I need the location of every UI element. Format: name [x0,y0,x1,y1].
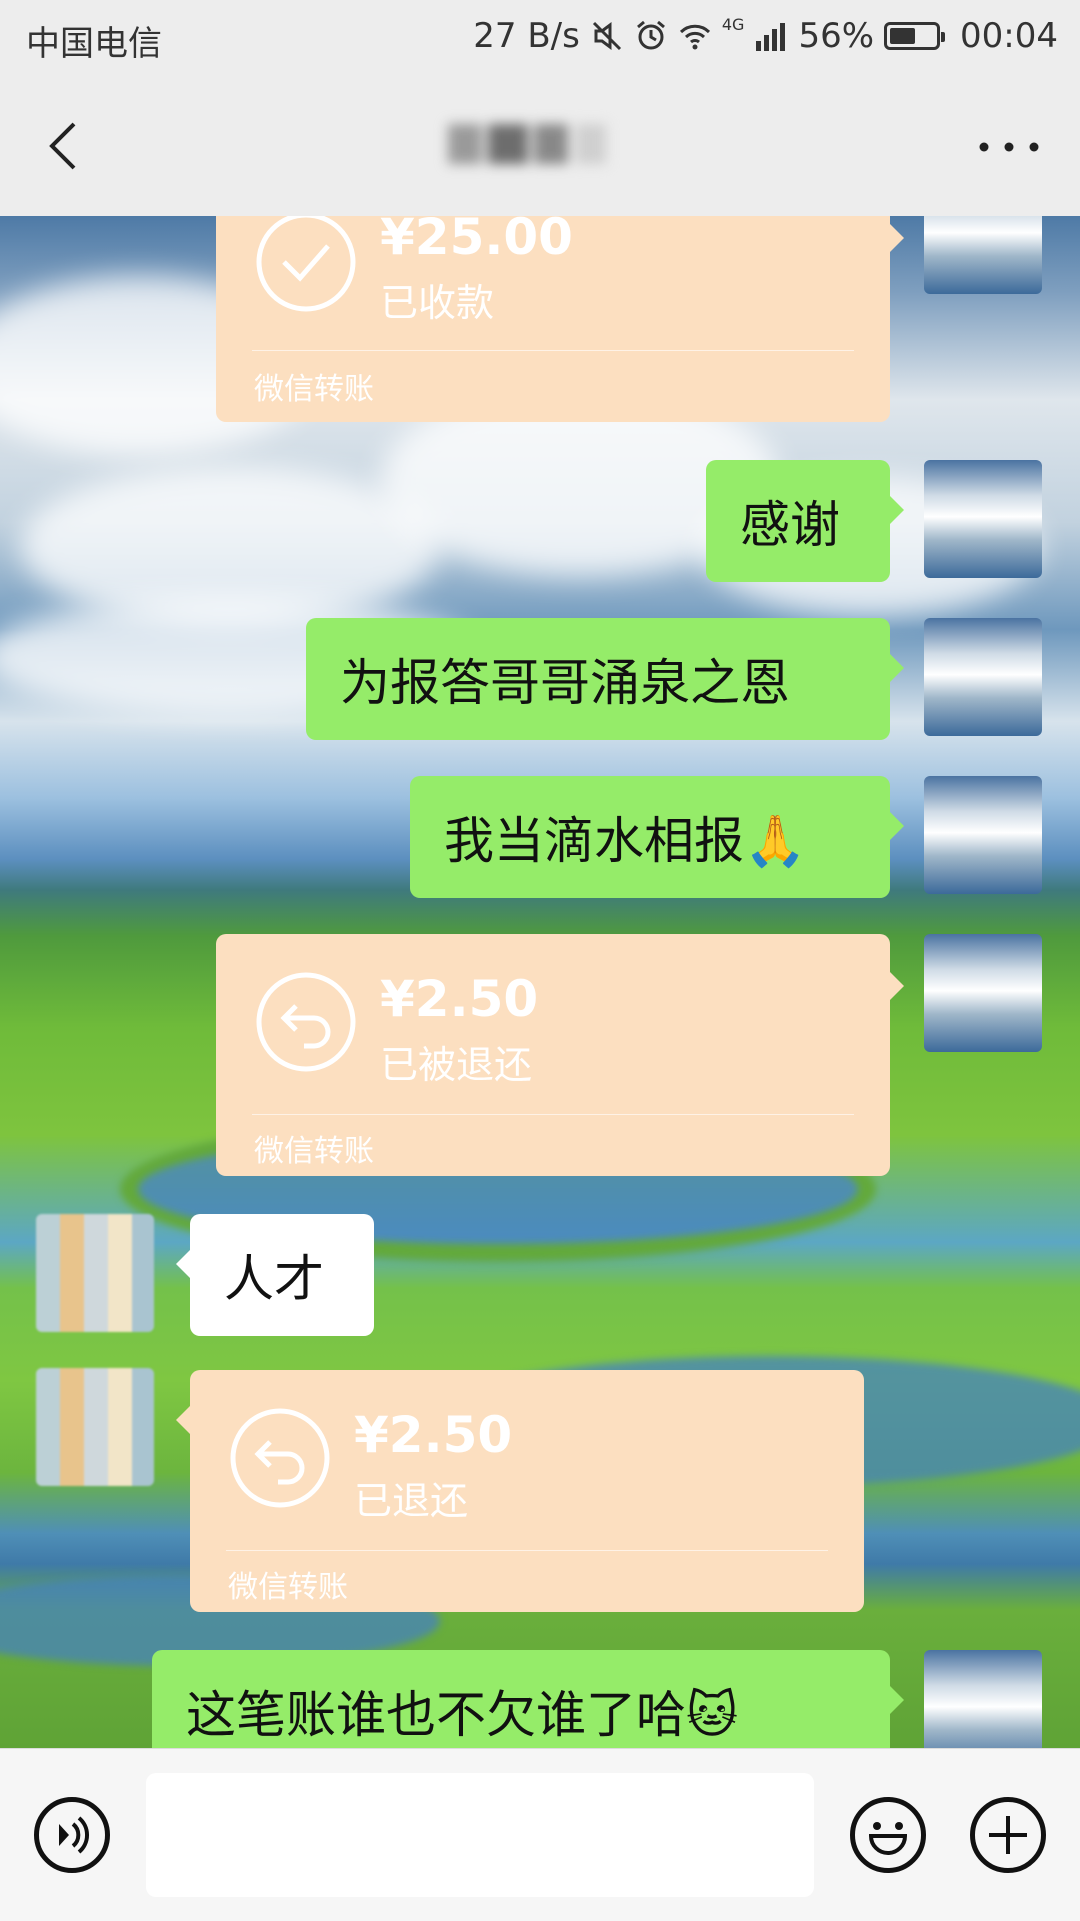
mute-icon [592,21,621,51]
battery-fill [890,28,915,44]
transfer-status: 已退还 [354,1479,469,1523]
check-circle-icon [256,216,356,312]
bubble-tail [890,1686,904,1714]
input-bar [0,1748,1080,1921]
voice-icon[interactable] [34,1797,110,1873]
chat-area[interactable]: ¥25.00 已收款 微信转账 感谢 为报答哥哥涌泉之恩 我当滴水相报🙏 ¥2.… [0,216,1080,1748]
bubble-tail [176,1406,190,1434]
emoji-glyph [868,1822,908,1855]
net-speed: 27 B/s [473,16,580,56]
my-avatar[interactable] [924,934,1042,1052]
my-avatar[interactable] [924,216,1042,294]
contact-name-blurred [448,110,628,180]
more-dots-icon[interactable] [974,132,1044,162]
transfer-amount: ¥2.50 [354,1406,513,1464]
transfer-footer: 微信转账 [254,1134,374,1169]
battery-percent: 56% [798,16,875,56]
message-bubble[interactable]: 这笔账谁也不欠谁了哈🐱 [152,1650,890,1748]
plus-icon[interactable] [970,1797,1046,1873]
transfer-divider [252,350,854,351]
alarm-icon [636,20,665,50]
contact-avatar[interactable] [36,1368,154,1486]
wifi-icon [679,24,710,50]
bubble-tail [890,972,904,1000]
carrier-label: 中国电信 [26,24,162,64]
message-text: 人才 [224,1250,324,1308]
clock: 00:04 [960,16,1058,56]
status-bar: 中国电信 27 B/s 4G 56% 00:04 [0,0,1080,76]
my-avatar[interactable] [924,1650,1042,1748]
signal-tag: 4G [721,14,745,34]
bubble-tail [890,812,904,840]
battery-icon [884,22,946,50]
transfer-card-returned[interactable]: ¥2.50 已退还 微信转账 [190,1370,864,1612]
message-bubble[interactable]: 我当滴水相报🙏 [410,776,890,898]
chat-header [0,76,1080,217]
message-text: 我当滴水相报🙏 [444,812,807,870]
transfer-amount: ¥25.00 [380,216,573,266]
message-text: 感谢 [740,496,840,554]
bubble-tail [890,496,904,524]
message-text: 为报答哥哥涌泉之恩 [340,654,790,712]
bubble-tail [890,654,904,682]
transfer-card-received[interactable]: ¥25.00 已收款 微信转账 [216,216,890,422]
return-arrow-icon [256,972,356,1072]
transfer-divider [226,1550,828,1551]
back-arrow-icon[interactable] [36,116,96,176]
message-input[interactable] [146,1773,814,1897]
message-bubble[interactable]: 为报答哥哥涌泉之恩 [306,618,890,740]
my-avatar[interactable] [924,618,1042,736]
emoji-icon[interactable] [850,1797,926,1873]
status-icons: 27 B/s 4G 56% 00:04 [473,14,1058,57]
contact-avatar[interactable] [36,1214,154,1332]
message-bubble[interactable]: 感谢 [706,460,890,582]
voice-glyph [59,1816,90,1854]
transfer-amount: ¥2.50 [380,970,539,1028]
transfer-status: 已被退还 [380,1043,533,1087]
bubble-tail [176,1250,190,1278]
transfer-status: 已收款 [380,281,495,325]
bubble-tail [890,224,904,252]
message-bubble[interactable]: 人才 [190,1214,374,1336]
my-avatar[interactable] [924,460,1042,578]
message-text: 这笔账谁也不欠谁了哈🐱 [186,1686,739,1744]
my-avatar[interactable] [924,776,1042,894]
transfer-footer: 微信转账 [228,1570,348,1605]
signal-icon [756,23,786,51]
return-arrow-icon [230,1408,330,1508]
plus-glyph [989,1816,1027,1854]
transfer-divider [252,1114,854,1115]
transfer-footer: 微信转账 [254,372,374,407]
transfer-card-refunded[interactable]: ¥2.50 已被退还 微信转账 [216,934,890,1176]
